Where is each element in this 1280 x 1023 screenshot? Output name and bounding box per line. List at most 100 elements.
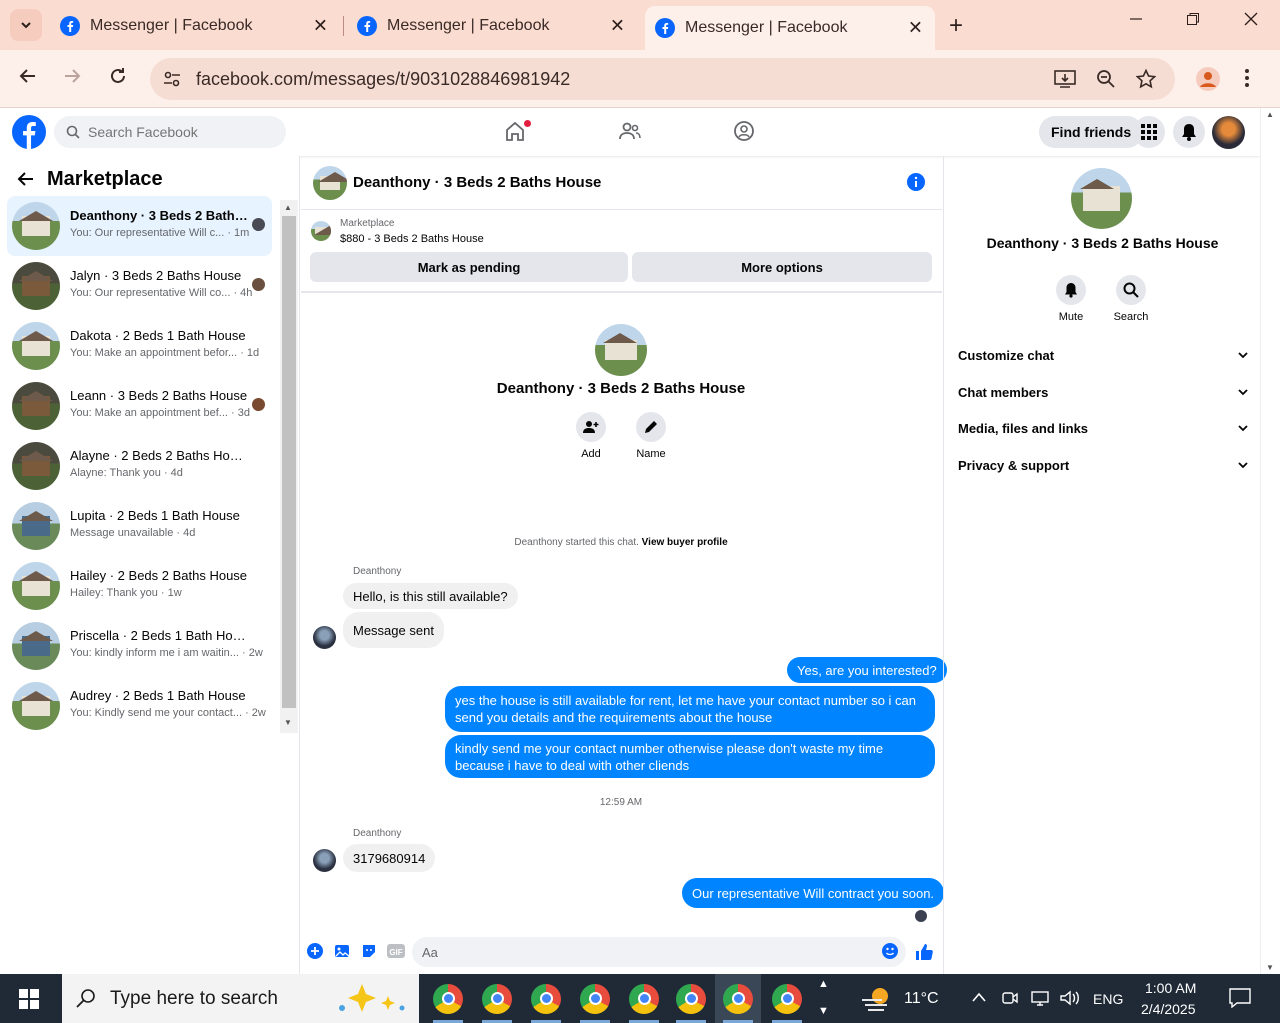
like-thumb-icon[interactable] <box>915 943 933 961</box>
notifications-button[interactable] <box>1173 116 1205 148</box>
taskbar-chrome-6[interactable] <box>668 974 714 1023</box>
start-button[interactable] <box>19 989 39 1009</box>
message-bubble-incoming[interactable]: Message sent <box>343 612 444 648</box>
install-app-icon[interactable] <box>1054 69 1076 89</box>
sender-avatar[interactable] <box>313 849 336 872</box>
taskbar-search[interactable]: Type here to search <box>62 974 419 1023</box>
address-bar[interactable]: facebook.com/messages/t/9031028846981942 <box>150 58 1175 100</box>
scroll-down-icon[interactable]: ▼ <box>1266 963 1274 972</box>
nav-home[interactable] <box>504 120 531 142</box>
chat-avatar[interactable] <box>313 166 347 200</box>
taskbar-scroll-down-icon[interactable]: ▼ <box>818 1005 829 1017</box>
conversation-item[interactable]: Jalyn · 3 Beds 2 Baths House You: Our re… <box>7 256 272 316</box>
attach-photo-icon[interactable] <box>334 943 350 959</box>
media-files-links-section[interactable]: Media, files and links <box>958 421 1248 436</box>
listing-title[interactable]: $880 - 3 Beds 2 Baths House <box>340 233 484 245</box>
tab-close-icon[interactable]: ✕ <box>610 16 625 37</box>
chat-title[interactable]: Deanthony · 3 Beds 2 Baths House <box>353 174 601 191</box>
conversation-item[interactable]: Dakota · 2 Beds 1 Bath House You: Make a… <box>7 316 272 376</box>
conversation-item[interactable]: Leann · 3 Beds 2 Baths House You: Make a… <box>7 376 272 436</box>
clock-date[interactable]: 2/4/2025 <box>1141 1001 1196 1017</box>
volume-icon[interactable] <box>1059 989 1081 1007</box>
conversation-item[interactable]: Alayne · 2 Beds 2 Baths House Alayne: Th… <box>7 436 272 496</box>
restore-button[interactable] <box>1186 12 1200 26</box>
mark-as-pending-button[interactable]: Mark as pending <box>310 252 628 282</box>
nav-groups[interactable] <box>733 120 755 142</box>
message-bubble-incoming[interactable]: Hello, is this still available? <box>343 583 518 609</box>
page-scrollbar[interactable]: ▲ ▼ <box>1260 108 1280 974</box>
meet-now-icon[interactable] <box>1001 989 1019 1007</box>
gif-icon[interactable]: GIF <box>387 943 405 959</box>
chat-members-section[interactable]: Chat members <box>958 385 1248 400</box>
message-bubble-outgoing[interactable]: Our representative Will contract you soo… <box>682 878 945 908</box>
notification-center-icon[interactable] <box>1229 988 1251 1008</box>
sticker-icon[interactable] <box>361 943 377 959</box>
add-person-button[interactable]: Add <box>561 412 621 460</box>
sender-avatar[interactable] <box>313 626 336 649</box>
facebook-search-input[interactable] <box>88 124 268 140</box>
mute-button[interactable]: Mute <box>1046 275 1096 323</box>
account-avatar[interactable] <box>1212 116 1245 149</box>
more-options-button[interactable]: More options <box>632 252 932 282</box>
browser-tab-1[interactable]: Messenger | Facebook ✕ <box>50 8 340 44</box>
emoji-icon[interactable] <box>882 943 898 959</box>
bookmark-star-icon[interactable] <box>1136 69 1156 89</box>
taskbar-chrome-8[interactable] <box>764 974 810 1023</box>
conversation-item[interactable]: Priscella · 2 Beds 1 Bath House You: kin… <box>7 616 272 676</box>
message-bubble-outgoing[interactable]: Yes, are you interested? <box>787 657 947 683</box>
input-language[interactable]: ENG <box>1093 991 1123 1007</box>
scroll-up-icon[interactable]: ▲ <box>284 203 292 212</box>
conversation-item[interactable]: Lupita · 2 Beds 1 Bath House Message una… <box>7 496 272 556</box>
taskbar-chrome-5[interactable] <box>621 974 667 1023</box>
zoom-icon[interactable] <box>1096 69 1116 89</box>
facebook-logo[interactable] <box>12 115 46 149</box>
clock-time[interactable]: 1:00 AM <box>1145 980 1196 996</box>
profile-avatar-icon[interactable] <box>1196 67 1220 91</box>
network-icon[interactable] <box>1030 989 1050 1007</box>
privacy-support-section[interactable]: Privacy & support <box>958 458 1248 473</box>
view-buyer-profile-link[interactable]: View buyer profile <box>642 537 728 548</box>
taskbar-scroll-up-icon[interactable]: ▲ <box>818 978 829 990</box>
conversation-item[interactable]: Hailey · 2 Beds 2 Baths House Hailey: Th… <box>7 556 272 616</box>
browser-menu-icon[interactable] <box>1244 68 1250 88</box>
tab-close-icon[interactable]: ✕ <box>908 18 923 39</box>
taskbar-chrome-3[interactable] <box>523 974 569 1023</box>
taskbar-chrome-2[interactable] <box>474 974 520 1023</box>
message-bubble-outgoing[interactable]: kindly send me your contact number other… <box>445 735 935 778</box>
taskbar-chrome-1[interactable] <box>425 974 471 1023</box>
site-info-icon[interactable] <box>162 69 182 89</box>
listing-thumbnail[interactable] <box>311 221 331 241</box>
message-bubble-outgoing[interactable]: yes the house is still available for ren… <box>445 686 935 732</box>
show-hidden-icons[interactable] <box>971 991 987 1003</box>
reload-button[interactable] <box>108 66 128 86</box>
back-button[interactable] <box>17 170 35 188</box>
scroll-up-icon[interactable]: ▲ <box>1266 110 1274 119</box>
more-actions-icon[interactable] <box>307 943 323 959</box>
weather-icon[interactable] <box>860 986 892 1012</box>
nav-friends[interactable] <box>618 120 642 142</box>
conversation-scrollbar-thumb[interactable] <box>282 216 296 708</box>
forward-button[interactable] <box>62 66 82 86</box>
back-button[interactable] <box>18 66 38 86</box>
details-avatar[interactable] <box>1071 168 1132 229</box>
taskbar-chrome-4[interactable] <box>572 974 618 1023</box>
url-text[interactable]: facebook.com/messages/t/9031028846981942 <box>196 69 570 90</box>
new-tab-button[interactable]: + <box>949 12 963 40</box>
message-bubble-incoming[interactable]: 3179680914 <box>343 844 436 872</box>
search-in-conversation-button[interactable]: Search <box>1106 275 1156 323</box>
tab-search-button[interactable] <box>10 9 42 41</box>
scroll-down-icon[interactable]: ▼ <box>284 718 292 727</box>
conversation-item[interactable]: Audrey · 2 Beds 1 Bath House You: Kindly… <box>7 676 272 736</box>
customize-chat-section[interactable]: Customize chat <box>958 348 1248 363</box>
facebook-search[interactable] <box>54 116 286 148</box>
close-window-button[interactable] <box>1244 12 1258 26</box>
weather-temperature[interactable]: 11°C <box>904 990 939 1008</box>
conversation-info-button[interactable] <box>907 173 925 191</box>
minimize-button[interactable] <box>1129 12 1143 26</box>
browser-tab-3-active[interactable]: Messenger | Facebook ✕ <box>645 6 935 50</box>
browser-tab-2[interactable]: Messenger | Facebook ✕ <box>347 8 637 44</box>
menu-button[interactable] <box>1133 116 1165 148</box>
tab-close-icon[interactable]: ✕ <box>313 16 328 37</box>
edit-name-button[interactable]: Name <box>621 412 681 460</box>
message-input[interactable]: Aa <box>412 937 906 967</box>
